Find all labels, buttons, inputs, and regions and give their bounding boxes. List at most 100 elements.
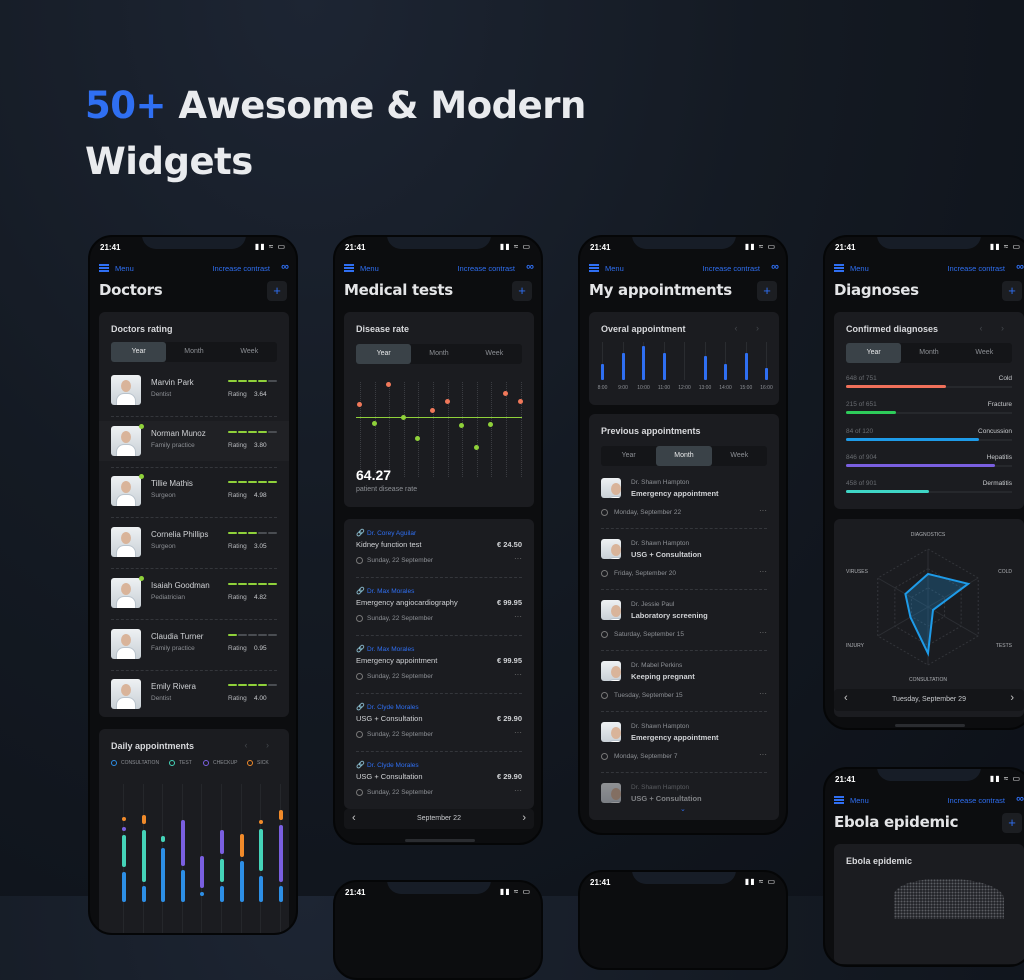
more-options-icon[interactable]: ···	[514, 554, 522, 563]
more-options-icon[interactable]: ···	[514, 786, 522, 795]
test-name: USG + Consultation	[356, 772, 423, 781]
appointment-item[interactable]: Dr. Jessie Paul Laboratory screening Satur…	[589, 600, 779, 655]
menu-button[interactable]: Menu	[605, 264, 624, 273]
online-indicator	[139, 575, 144, 581]
hamburger-menu-icon[interactable]	[99, 264, 109, 272]
avatar	[601, 661, 621, 681]
menu-button[interactable]: Menu	[850, 264, 869, 273]
menu-button[interactable]: Menu	[360, 264, 379, 273]
notch	[632, 872, 736, 884]
increase-contrast-button[interactable]: Increase contrast	[702, 264, 760, 273]
menu-button[interactable]: Menu	[115, 264, 134, 273]
add-button[interactable]: +	[757, 281, 777, 301]
doctor-row[interactable]: Claudia Turner Family practice Rating 0.95	[99, 624, 289, 664]
increase-contrast-button[interactable]: Increase contrast	[947, 796, 1005, 805]
increase-contrast-button[interactable]: Increase contrast	[457, 264, 515, 273]
add-button[interactable]: +	[267, 281, 287, 301]
doctor-row[interactable]: Norman Munoz Family practice Rating 3.80	[99, 420, 289, 461]
page-title: Doctors	[99, 281, 163, 299]
avatar-body	[116, 595, 136, 608]
tab-week[interactable]: Week	[222, 342, 277, 362]
more-options-icon[interactable]: ···	[514, 728, 522, 737]
clock-icon	[601, 509, 608, 516]
doctor-row[interactable]: Cornelia Phillips Surgeon Rating 3.05	[99, 522, 289, 562]
glasses-icon[interactable]: ∞	[1016, 261, 1024, 273]
scroll-down-icon[interactable]: ⌄	[680, 805, 686, 813]
doctor-name: Emily Rivera	[151, 682, 196, 692]
tab-week[interactable]: Week	[467, 344, 522, 364]
increase-contrast-button[interactable]: Increase contrast	[947, 264, 1005, 273]
doctor-specialty: Pediatrician	[151, 593, 185, 601]
tab-year[interactable]: Year	[111, 342, 167, 362]
next-arrow-icon[interactable]: ›	[522, 812, 526, 824]
doctor-row[interactable]: Tillie Mathis Surgeon Rating 4.98	[99, 471, 289, 511]
appointment-title: Keeping pregnant	[631, 672, 695, 681]
test-item[interactable]: 🔗 Dr. Max Morales Emergency angiocardiogra…	[344, 587, 534, 637]
increase-contrast-button[interactable]: Increase contrast	[212, 264, 270, 273]
doctor-link[interactable]: Dr. Corey Aguilar	[367, 530, 416, 537]
hamburger-menu-icon[interactable]	[589, 264, 599, 272]
appointment-date: Monday, September 22	[614, 509, 682, 516]
tab-week[interactable]: Week	[957, 343, 1012, 363]
tab-month[interactable]: Month	[166, 342, 221, 362]
doctor-link[interactable]: Dr. Max Morales	[367, 646, 414, 653]
menu-button[interactable]: Menu	[850, 796, 869, 805]
doctor-link[interactable]: Dr. Clyde Morales	[367, 704, 419, 711]
overall-appointment-card: Overal appointment ‹ › 8:00 9:00 10:00 11:00 1…	[589, 312, 779, 405]
tab-year[interactable]: Year	[601, 446, 656, 466]
doctor-link[interactable]: Dr. Clyde Morales	[367, 762, 419, 769]
appointment-date: Friday, September 20	[614, 570, 677, 577]
doctor-row[interactable]: Marvin Park Dentist Rating 3.64	[99, 370, 289, 410]
page-title: Diagnoses	[834, 281, 919, 299]
more-options-icon[interactable]: ···	[514, 670, 522, 679]
radar-axis-label: TESTS	[995, 643, 1012, 649]
glasses-icon[interactable]: ∞	[526, 261, 534, 273]
test-item[interactable]: 🔗 Dr. Clyde Morales USG + Consultation € 29…	[344, 703, 534, 753]
doctor-link[interactable]: Dr. Max Morales	[367, 588, 414, 595]
add-button[interactable]: +	[1002, 281, 1022, 301]
pager-arrows[interactable]: ‹ ›	[245, 740, 278, 750]
pager-arrows[interactable]: ‹ ›	[980, 323, 1013, 333]
tab-month[interactable]: Month	[656, 446, 712, 466]
test-item[interactable]: 🔗 Dr. Clyde Morales USG + Consultation € 29…	[344, 761, 534, 811]
more-options-icon[interactable]: ···	[514, 612, 522, 621]
radar-axis-label: INJURY	[846, 643, 864, 649]
tab-year[interactable]: Year	[356, 344, 412, 364]
doctor-name: Tillie Mathis	[151, 479, 193, 489]
more-options-icon[interactable]: ···	[759, 506, 767, 515]
appointment-bar-consultation	[122, 872, 126, 902]
hamburger-menu-icon[interactable]	[344, 264, 354, 272]
glasses-icon[interactable]: ∞	[281, 261, 289, 273]
test-item[interactable]: 🔗 Dr. Max Morales Emergency appointment € 9…	[344, 645, 534, 695]
doctor-row[interactable]: Isaiah Goodman Pediatrician Rating 4.82	[99, 573, 289, 613]
glasses-icon[interactable]: ∞	[1016, 793, 1024, 805]
appointment-item[interactable]: Dr. Shawn Hampton USG + Consultation Frida…	[589, 539, 779, 594]
notch	[387, 237, 491, 249]
more-options-icon[interactable]: ···	[759, 750, 767, 759]
more-options-icon[interactable]: ···	[759, 689, 767, 698]
more-options-icon[interactable]: ···	[759, 567, 767, 576]
add-button[interactable]: +	[1002, 813, 1022, 833]
hamburger-menu-icon[interactable]	[834, 264, 844, 272]
more-options-icon[interactable]: ···	[759, 628, 767, 637]
glasses-icon[interactable]: ∞	[771, 261, 779, 273]
appointment-title: Emergency appointment	[631, 489, 719, 498]
headline: 50+ Awesome & Modern Widgets	[85, 78, 586, 190]
tab-month[interactable]: Month	[901, 343, 956, 363]
next-arrow-icon[interactable]: ›	[1010, 692, 1014, 704]
doctor-row[interactable]: Emily Rivera Dentist Rating 4.00	[99, 674, 289, 714]
pager-arrows[interactable]: ‹ ›	[735, 323, 768, 333]
appointment-item[interactable]: Dr. Mabel Perkins Keeping pregnant Tuesday…	[589, 661, 779, 716]
hamburger-menu-icon[interactable]	[834, 796, 844, 804]
tab-year[interactable]: Year	[846, 343, 902, 363]
tab-month[interactable]: Month	[411, 344, 466, 364]
tab-week[interactable]: Week	[712, 446, 767, 466]
row-divider	[111, 669, 277, 671]
diagnosis-bar	[846, 411, 896, 415]
radar-axis-label: VIRUSES	[846, 569, 868, 575]
status-time: 21:41	[590, 878, 611, 887]
add-button[interactable]: +	[512, 281, 532, 301]
appointment-item[interactable]: Dr. Shawn Hampton Emergency appointment Mo…	[589, 722, 779, 777]
appointment-item[interactable]: Dr. Shawn Hampton Emergency appointment Mo…	[589, 478, 779, 533]
test-item[interactable]: 🔗 Dr. Corey Aguilar Kidney function test € …	[344, 529, 534, 579]
